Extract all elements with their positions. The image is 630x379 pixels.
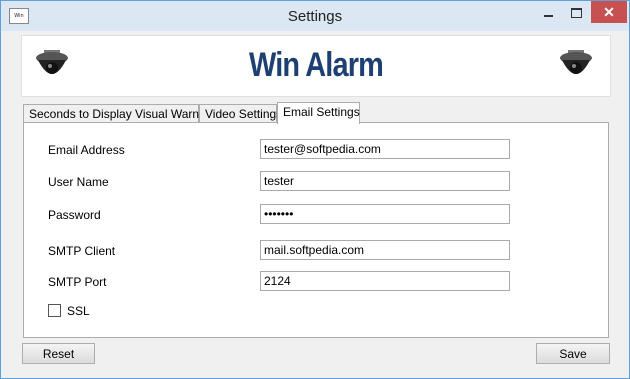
security-camera-icon — [36, 50, 68, 74]
smtp-client-field[interactable]: mail.softpedia.com — [260, 240, 510, 260]
smtp-client-label: SMTP Client — [48, 244, 116, 258]
maximize-icon — [570, 8, 582, 19]
ssl-checkbox[interactable] — [48, 304, 61, 317]
title-bar[interactable]: Win Alarm Settings ✕ — [1, 1, 629, 31]
tab-visual-warning[interactable]: Seconds to Display Visual Warning — [23, 104, 215, 122]
banner: Win Alarm — [21, 35, 611, 97]
user-name-label: User Name — [48, 175, 109, 189]
smtp-port-field[interactable]: 2124 — [260, 271, 510, 291]
minimize-icon — [543, 15, 553, 18]
email-address-field[interactable]: tester@softpedia.com — [260, 139, 510, 159]
save-button[interactable]: Save — [536, 343, 610, 364]
ssl-label: SSL — [67, 304, 90, 318]
banner-title: Win Alarm — [249, 46, 384, 84]
maximize-button[interactable] — [563, 1, 589, 23]
settings-window: Win Alarm Settings ✕ Win Alarm Seconds t… — [0, 0, 630, 379]
user-name-field[interactable]: tester — [260, 171, 510, 191]
close-button[interactable]: ✕ — [591, 1, 627, 23]
tab-email-settings[interactable]: Email Settings — [277, 102, 360, 124]
email-address-label: Email Address — [48, 143, 125, 157]
reset-button[interactable]: Reset — [22, 343, 95, 364]
password-field[interactable]: ••••••• — [260, 204, 510, 224]
smtp-port-label: SMTP Port — [48, 275, 107, 289]
password-label: Password — [48, 208, 101, 222]
minimize-button[interactable] — [535, 1, 561, 23]
email-settings-panel: Email Address tester@softpedia.com User … — [23, 122, 609, 338]
tab-video-settings[interactable]: Video Settings — [199, 104, 282, 122]
security-camera-icon — [560, 50, 592, 74]
